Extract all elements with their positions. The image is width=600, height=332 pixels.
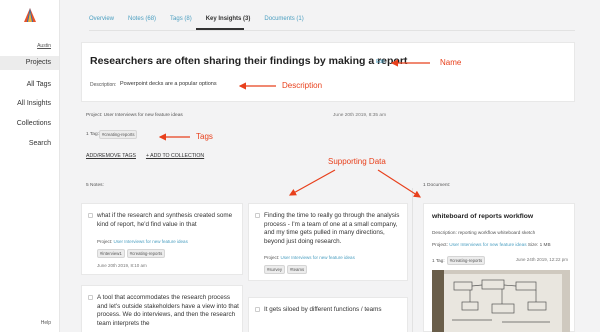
annotation-description: Description <box>282 81 323 90</box>
annotation-overlay <box>158 59 430 198</box>
annotation-arrow-documents <box>377 169 422 198</box>
annotation-supporting-data: Supporting Data <box>328 157 386 166</box>
annotation-name: Name <box>440 58 462 67</box>
annotation-tags: Tags <box>196 132 213 141</box>
annotation-arrow-notes <box>288 169 336 196</box>
